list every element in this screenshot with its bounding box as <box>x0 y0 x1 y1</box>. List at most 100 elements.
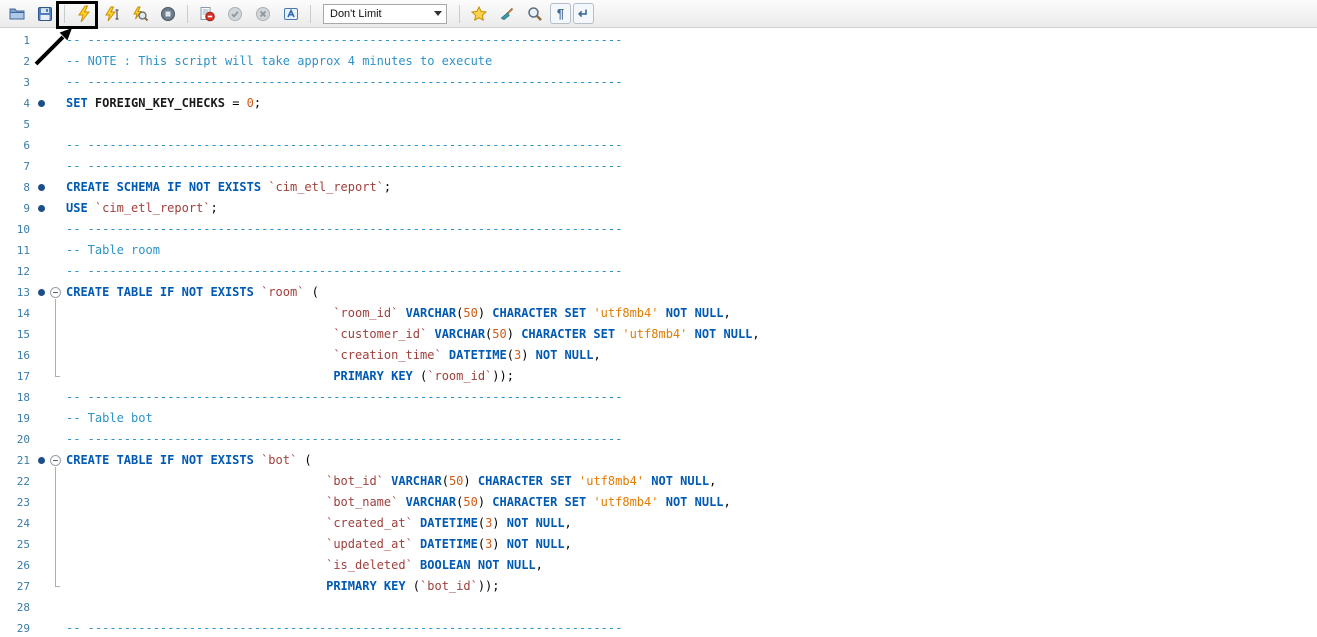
stop-button[interactable] <box>155 2 181 25</box>
rollback-button[interactable] <box>250 2 276 25</box>
code-line[interactable]: 20-- -----------------------------------… <box>0 429 1317 450</box>
code-token: USE <box>66 201 88 215</box>
pilcrow-icon: ¶ <box>557 6 564 21</box>
code-line[interactable]: 16 `creation_time` DATETIME(3) NOT NULL, <box>0 345 1317 366</box>
code-line[interactable]: 29-- -----------------------------------… <box>0 618 1317 637</box>
code-token: -- -------------------------------------… <box>66 432 622 446</box>
code-token: ( <box>442 474 449 488</box>
code-token: BOOLEAN <box>420 558 471 572</box>
code-token: ( <box>304 285 318 299</box>
code-line[interactable]: 22 `bot_id` VARCHAR(50) CHARACTER SET 'u… <box>0 471 1317 492</box>
code-token: , <box>565 537 572 551</box>
code-line[interactable]: 17 PRIMARY KEY (`room_id`)); <box>0 366 1317 387</box>
code-token: FOREIGN_KEY_CHECKS <box>95 96 225 110</box>
code-token: ) <box>521 348 535 362</box>
code-line[interactable]: 10-- -----------------------------------… <box>0 219 1317 240</box>
line-number: 23 <box>0 492 34 513</box>
code-line[interactable]: 12-- -----------------------------------… <box>0 261 1317 282</box>
toolbar-separator <box>459 5 460 23</box>
code-token: VARCHAR <box>434 327 485 341</box>
code-token: PRIMARY KEY <box>326 579 405 593</box>
commit-button[interactable] <box>222 2 248 25</box>
limit-dropdown-value: Don't Limit <box>330 8 382 20</box>
code-line[interactable]: 19-- Table bot <box>0 408 1317 429</box>
invisible-characters-button[interactable]: ¶ <box>550 3 571 24</box>
code-text: USE `cim_etl_report`; <box>62 198 218 219</box>
find-button[interactable] <box>522 2 548 25</box>
code-token: `bot` <box>261 453 297 467</box>
code-token: `customer_id` <box>333 327 427 341</box>
code-token: ( <box>478 537 485 551</box>
code-token: CREATE TABLE IF NOT EXISTS <box>66 285 254 299</box>
code-token: `bot_id` <box>420 579 478 593</box>
execute-button[interactable] <box>71 2 97 25</box>
code-text: -- -------------------------------------… <box>62 72 622 93</box>
save-snippet-icon <box>471 6 487 22</box>
code-token: )); <box>478 579 500 593</box>
code-line[interactable]: 27 PRIMARY KEY (`bot_id`)); <box>0 576 1317 597</box>
code-line[interactable]: 28 <box>0 597 1317 618</box>
code-text: `customer_id` VARCHAR(50) CHARACTER SET … <box>62 324 760 345</box>
code-token: VARCHAR <box>406 306 457 320</box>
code-token: CREATE SCHEMA IF NOT EXISTS <box>66 180 261 194</box>
code-line[interactable]: 23 `bot_name` VARCHAR(50) CHARACTER SET … <box>0 492 1317 513</box>
code-token <box>254 453 261 467</box>
code-token: DATETIME <box>420 516 478 530</box>
code-line[interactable]: 25 `updated_at` DATETIME(3) NOT NULL, <box>0 534 1317 555</box>
code-line[interactable]: 8CREATE SCHEMA IF NOT EXISTS `cim_etl_re… <box>0 177 1317 198</box>
statement-marker <box>38 184 45 191</box>
explain-button[interactable] <box>127 2 153 25</box>
code-line[interactable]: 24 `created_at` DATETIME(3) NOT NULL, <box>0 513 1317 534</box>
code-token: NOT NULL <box>536 348 594 362</box>
code-line[interactable]: 4SET FOREIGN_KEY_CHECKS = 0; <box>0 93 1317 114</box>
fold-toggle-icon[interactable] <box>50 287 61 298</box>
code-line[interactable]: 14 `room_id` VARCHAR(50) CHARACTER SET '… <box>0 303 1317 324</box>
save-script-button[interactable] <box>32 2 58 25</box>
code-line[interactable]: 3-- ------------------------------------… <box>0 72 1317 93</box>
open-script-button[interactable] <box>4 2 30 25</box>
code-token: 0 <box>247 96 254 110</box>
code-token: VARCHAR <box>391 474 442 488</box>
save-script-icon <box>37 6 53 22</box>
execute-current-statement-button[interactable] <box>99 2 125 25</box>
code-token: -- -------------------------------------… <box>66 264 622 278</box>
explain-icon <box>132 6 148 22</box>
code-text: `is_deleted` BOOLEAN NOT NULL, <box>62 555 543 576</box>
code-token: -- -------------------------------------… <box>66 222 622 236</box>
code-line[interactable]: 18-- -----------------------------------… <box>0 387 1317 408</box>
fold-guide-line <box>55 299 60 377</box>
fold-toggle-icon[interactable] <box>50 455 61 466</box>
code-token: -- NOTE : This script will take approx 4… <box>66 54 492 68</box>
code-line[interactable]: 26 `is_deleted` BOOLEAN NOT NULL, <box>0 555 1317 576</box>
code-line[interactable]: 1-- ------------------------------------… <box>0 30 1317 51</box>
beautify-icon <box>499 6 515 22</box>
code-text: -- -------------------------------------… <box>62 618 622 637</box>
code-line[interactable]: 15 `customer_id` VARCHAR(50) CHARACTER S… <box>0 324 1317 345</box>
code-line[interactable]: 5 <box>0 114 1317 135</box>
code-line[interactable]: 6-- ------------------------------------… <box>0 135 1317 156</box>
toolbar-separator <box>310 5 311 23</box>
code-lines: 1-- ------------------------------------… <box>0 30 1317 637</box>
save-snippet-button[interactable] <box>466 2 492 25</box>
code-text: `updated_at` DATETIME(3) NOT NULL, <box>62 534 572 555</box>
beautify-button[interactable] <box>494 2 520 25</box>
code-line[interactable]: 7-- ------------------------------------… <box>0 156 1317 177</box>
code-line[interactable]: 13CREATE TABLE IF NOT EXISTS `room` ( <box>0 282 1317 303</box>
code-token: ) <box>492 537 506 551</box>
code-token: 'utf8mb4' <box>593 495 658 509</box>
code-text: CREATE TABLE IF NOT EXISTS `room` ( <box>62 282 319 303</box>
code-line[interactable]: 9USE `cim_etl_report`; <box>0 198 1317 219</box>
wrap-text-button[interactable]: ↵ <box>573 3 594 24</box>
sql-editor[interactable]: 1-- ------------------------------------… <box>0 28 1317 637</box>
code-line[interactable]: 21CREATE TABLE IF NOT EXISTS `bot` ( <box>0 450 1317 471</box>
code-line[interactable]: 11-- Table room <box>0 240 1317 261</box>
limit-dropdown[interactable]: Don't Limit <box>323 4 447 24</box>
code-text: `bot_name` VARCHAR(50) CHARACTER SET 'ut… <box>62 492 731 513</box>
code-token <box>471 558 478 572</box>
toggle-stop-on-error-button[interactable] <box>194 2 220 25</box>
line-number: 27 <box>0 576 34 597</box>
code-token: -- -------------------------------------… <box>66 390 622 404</box>
code-token: -- -------------------------------------… <box>66 621 622 635</box>
toggle-autocommit-button[interactable] <box>278 2 304 25</box>
code-line[interactable]: 2-- NOTE : This script will take approx … <box>0 51 1317 72</box>
